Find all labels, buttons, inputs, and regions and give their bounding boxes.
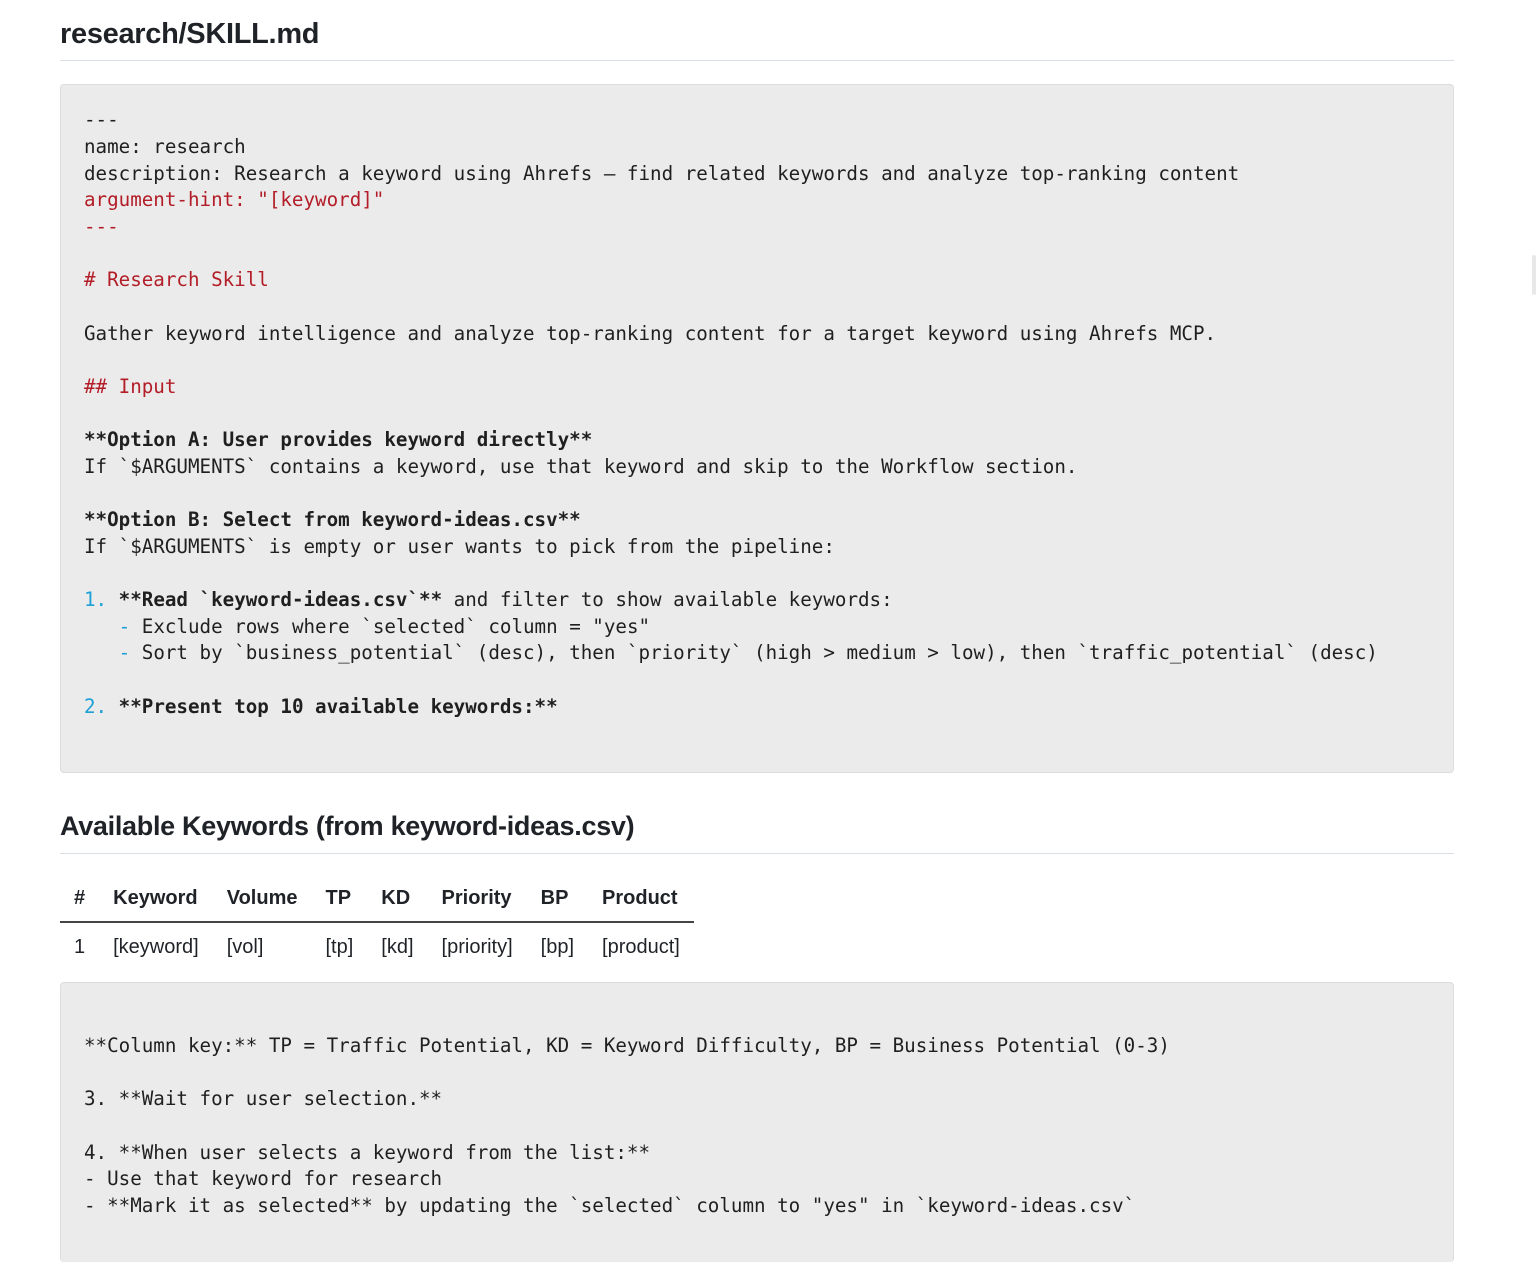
code-line: **Option B: Select from keyword-ideas.cs… — [84, 508, 581, 531]
code-line: --- — [84, 215, 119, 238]
scrollbar-thumb[interactable] — [1532, 255, 1536, 295]
code-block-workflow: **Column key:** TP = Traffic Potential, … — [60, 982, 1454, 1262]
table-cell: [priority] — [441, 935, 513, 958]
code-line: name: research — [84, 135, 246, 158]
section-heading: Available Keywords (from keyword-ideas.c… — [60, 811, 635, 841]
code-line: --- — [84, 108, 119, 131]
code-list-item: 2. **Present top 10 available keywords:*… — [84, 694, 558, 720]
col-header: KD — [367, 876, 428, 923]
page-title: research/SKILL.md — [60, 18, 320, 50]
title-divider — [60, 60, 1454, 61]
table-cell: [product] — [602, 935, 680, 958]
keywords-table: # Keyword Volume TP KD Priority BP Produ… — [60, 876, 694, 971]
list-text: and filter to show available keywords: — [442, 588, 893, 611]
code-heading: ## Input — [84, 375, 177, 398]
code-line: description: Research a keyword using Ah… — [84, 162, 1240, 185]
list-number: 2. — [84, 695, 108, 718]
bullet-dash: - — [118, 641, 131, 664]
code-line: If `$ARGUMENTS` contains a keyword, use … — [84, 455, 1078, 478]
code-sub-item: - Sort by `business_potential` (desc), t… — [84, 640, 1378, 666]
code-line: 4. **When user selects a keyword from th… — [84, 1141, 651, 1164]
col-header: # — [60, 876, 100, 923]
code-line: - Use that keyword for research — [84, 1167, 443, 1190]
section-divider — [60, 853, 1454, 854]
col-header: Product — [588, 876, 694, 923]
code-block-frontmatter: --- name: research description: Research… — [60, 84, 1454, 773]
bullet-dash: - — [118, 615, 131, 638]
table-cell: [kd] — [381, 935, 414, 958]
list-number: 1. — [84, 588, 108, 611]
table-cell: [bp] — [540, 935, 575, 958]
list-text-bold: **Present top 10 available keywords:** — [118, 695, 558, 718]
code-line: argument-hint: "[keyword]" — [84, 188, 385, 211]
table-header-row: # Keyword Volume TP KD Priority BP Produ… — [60, 876, 694, 923]
code-line: 3. **Wait for user selection.** — [84, 1087, 443, 1110]
code-line: **Column key:** TP = Traffic Potential, … — [84, 1034, 1170, 1057]
code-list-item: 1. **Read `keyword-ideas.csv`** and filt… — [84, 587, 893, 613]
list-text-bold: **Read `keyword-ideas.csv`** — [118, 588, 443, 611]
table-cell: [keyword] — [113, 935, 199, 958]
code-line: Gather keyword intelligence and analyze … — [84, 322, 1217, 345]
col-header: Keyword — [99, 876, 213, 923]
code-line: - **Mark it as selected** by updating th… — [84, 1194, 1136, 1217]
col-header: Priority — [427, 876, 527, 923]
sub-item-text: Sort by `business_potential` (desc), the… — [141, 641, 1378, 664]
col-header: Volume — [212, 876, 312, 923]
code-sub-item: - Exclude rows where `selected` column =… — [84, 614, 650, 640]
col-header: BP — [526, 876, 589, 923]
table-cell: [vol] — [226, 935, 264, 958]
table-cell: [tp] — [325, 935, 354, 958]
sub-item-text: Exclude rows where `selected` column = "… — [141, 615, 651, 638]
table-row: 1 [keyword] [vol] [tp] [kd] [priority] [… — [60, 922, 694, 971]
table-cell: 1 — [74, 935, 86, 958]
code-heading: # Research Skill — [84, 268, 269, 291]
code-line: If `$ARGUMENTS` is empty or user wants t… — [84, 535, 835, 558]
col-header: TP — [311, 876, 368, 923]
code-line: **Option A: User provides keyword direct… — [84, 428, 593, 451]
